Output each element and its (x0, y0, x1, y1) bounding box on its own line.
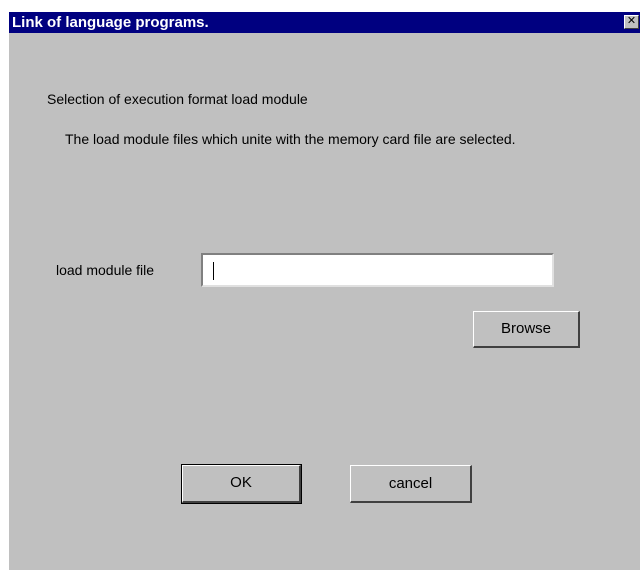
description-text: The load module files which unite with t… (65, 131, 516, 147)
close-icon[interactable]: ✕ (624, 15, 639, 29)
title-bar[interactable]: Link of language programs. ✕ (9, 12, 640, 33)
browse-button[interactable]: Browse (473, 311, 580, 348)
load-module-file-input[interactable] (201, 253, 554, 287)
text-caret (213, 262, 214, 280)
section-heading: Selection of execution format load modul… (47, 91, 308, 107)
window-title: Link of language programs. (12, 14, 209, 31)
background-strip (0, 0, 640, 12)
cancel-button[interactable]: cancel (350, 465, 472, 503)
link-language-programs-dialog: Link of language programs. ✕ Selection o… (8, 12, 640, 570)
load-module-file-label: load module file (56, 262, 155, 278)
ok-button-label: OK (182, 465, 301, 503)
ok-button[interactable]: OK (181, 464, 302, 504)
